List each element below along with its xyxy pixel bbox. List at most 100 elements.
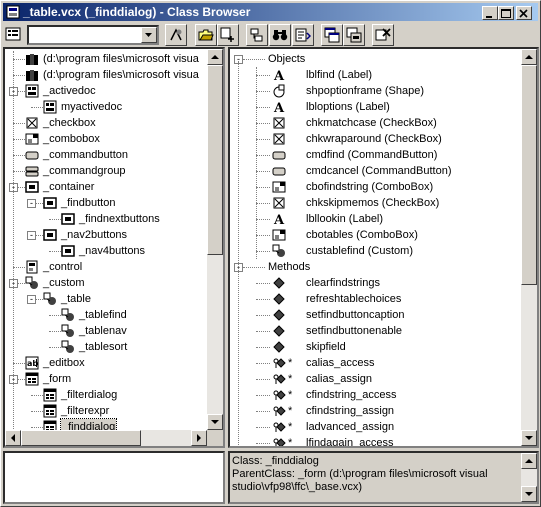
- class-tree-item[interactable]: _filterdialog: [5, 387, 209, 403]
- class-tree-item[interactable]: _findnextbuttons: [5, 211, 209, 227]
- class-tree-item[interactable]: myactivedoc: [5, 99, 209, 115]
- info-scroll-down-button[interactable]: [521, 486, 537, 502]
- member-method-item[interactable]: skipfield: [230, 339, 520, 355]
- class-tree-item[interactable]: _control: [5, 259, 209, 275]
- combo-dropdown-button[interactable]: [141, 27, 157, 43]
- method-icon: [273, 277, 285, 289]
- open-button[interactable]: [195, 24, 217, 46]
- scroll-right-button[interactable]: [191, 430, 207, 446]
- class-description-pane[interactable]: [3, 451, 225, 504]
- member-method-item[interactable]: * calias_access: [230, 355, 520, 371]
- view-additional-button[interactable]: [321, 24, 343, 46]
- class-tree-item[interactable]: _nav4buttons: [5, 243, 209, 259]
- scroll-up-button[interactable]: [207, 49, 223, 65]
- member-method-item[interactable]: * calias_assign: [230, 371, 520, 387]
- component-gallery-button[interactable]: [165, 24, 187, 46]
- horizontal-scroll-thumb[interactable]: [21, 430, 141, 446]
- class-tree-item[interactable]: - _table: [5, 291, 209, 307]
- type-list-icon[interactable]: [5, 26, 23, 44]
- class-tree-item[interactable]: _combobox: [5, 131, 209, 147]
- member-object-item[interactable]: chkskipmemos (CheckBox): [230, 195, 520, 211]
- redefine-button[interactable]: [246, 24, 268, 46]
- clean-up-button[interactable]: [343, 24, 365, 46]
- members-scroll-up-button[interactable]: [521, 49, 537, 65]
- objects-group[interactable]: - Objects: [230, 51, 520, 67]
- collapse-toggle[interactable]: -: [27, 231, 36, 240]
- class-tree-item[interactable]: - _custom: [5, 275, 209, 291]
- find-button[interactable]: [269, 24, 291, 46]
- member-method-item[interactable]: * ladvanced_assign: [230, 419, 520, 435]
- member-object-item[interactable]: Albloptions (Label): [230, 99, 520, 115]
- view-class-code-button[interactable]: [292, 24, 314, 46]
- class-tree-item[interactable]: (d:\program files\microsoft visua: [5, 51, 209, 67]
- members-scroll-thumb[interactable]: [521, 65, 537, 285]
- member-method-item[interactable]: * cfindstring_assign: [230, 403, 520, 419]
- close-button[interactable]: [516, 6, 532, 20]
- member-method-item[interactable]: setfindbuttonenable: [230, 323, 520, 339]
- methods-group[interactable]: - Methods: [230, 259, 520, 275]
- member-method-label: cfindstring_access: [306, 389, 397, 401]
- member-method-item[interactable]: clearfindstrings: [230, 275, 520, 291]
- library-icon: [26, 54, 38, 65]
- class-tree-item[interactable]: ab _editbox: [5, 355, 209, 371]
- class-info-pane[interactable]: Class: _finddialog ParentClass: _form (d…: [228, 451, 539, 504]
- class-tree-item[interactable]: - _findbutton: [5, 195, 209, 211]
- class-tree-horizontal-scrollbar[interactable]: [5, 430, 207, 446]
- member-method-item[interactable]: setfindbuttoncaption: [230, 307, 520, 323]
- member-object-item[interactable]: shpoptionframe (Shape): [230, 83, 520, 99]
- class-tree-item[interactable]: - _activedoc: [5, 83, 209, 99]
- collapse-toggle[interactable]: -: [27, 199, 36, 208]
- class-tree-vertical-scrollbar[interactable]: [207, 49, 223, 430]
- class-tree-item[interactable]: _checkbox: [5, 115, 209, 131]
- class-tree-pane[interactable]: (d:\program files\microsoft visua (d:\pro…: [3, 47, 225, 448]
- class-tree-item[interactable]: _filterexpr: [5, 403, 209, 419]
- member-object-label: cbotables (ComboBox): [306, 229, 418, 241]
- member-method-item[interactable]: * cfindstring_access: [230, 387, 520, 403]
- arrow-up-icon: [211, 55, 219, 59]
- info-scroll-up-button[interactable]: [521, 453, 537, 469]
- add-button[interactable]: [217, 24, 239, 46]
- class-tree-item[interactable]: _commandbutton: [5, 147, 209, 163]
- open-folder-icon: [198, 29, 214, 41]
- scroll-left-button[interactable]: [5, 430, 21, 446]
- members-vertical-scrollbar[interactable]: [521, 49, 537, 446]
- class-tree-item-label: _container: [43, 181, 95, 193]
- member-object-item[interactable]: cbotables (ComboBox): [230, 227, 520, 243]
- members-scroll-down-button[interactable]: [521, 430, 537, 446]
- minimize-button[interactable]: [482, 6, 498, 20]
- member-object-item[interactable]: chkmatchcase (CheckBox): [230, 115, 520, 131]
- minimize-icon: [486, 16, 492, 18]
- binoculars-icon: [272, 30, 288, 41]
- class-tree-item[interactable]: _tablefind: [5, 307, 209, 323]
- member-object-item[interactable]: Alblfind (Label): [230, 67, 520, 83]
- combobox-icon: [272, 229, 286, 241]
- class-tree-item[interactable]: _tablesort: [5, 339, 209, 355]
- class-tree-item-label: _checkbox: [43, 117, 96, 129]
- class-tree-item[interactable]: (d:\program files\microsoft visua: [5, 67, 209, 83]
- maximize-button[interactable]: [498, 6, 514, 20]
- access-method-icon: [273, 406, 286, 416]
- remove-button[interactable]: [372, 24, 394, 46]
- class-tree-item[interactable]: - _form: [5, 371, 209, 387]
- class-tree-item[interactable]: _tablenav: [5, 323, 209, 339]
- class-tree-item[interactable]: - _container: [5, 179, 209, 195]
- member-object-item[interactable]: cmdcancel (CommandButton): [230, 163, 520, 179]
- member-object-item[interactable]: cbofindstring (ComboBox): [230, 179, 520, 195]
- class-tree-item[interactable]: _commandgroup: [5, 163, 209, 179]
- type-filter-combo[interactable]: [27, 25, 159, 45]
- member-object-item[interactable]: Albllookin (Label): [230, 211, 520, 227]
- member-object-item[interactable]: cmdfind (CommandButton): [230, 147, 520, 163]
- title-bar[interactable]: _table.vcx (_finddialog) - Class Browser: [3, 3, 538, 21]
- member-method-item[interactable]: * lfindagain_access: [230, 435, 520, 446]
- class-tree-item-label: _table: [61, 293, 91, 305]
- member-method-item[interactable]: refreshtablechoices: [230, 291, 520, 307]
- collapse-toggle[interactable]: -: [27, 295, 36, 304]
- class-info-scrollbar[interactable]: [521, 453, 537, 502]
- scroll-down-button[interactable]: [207, 414, 223, 430]
- members-pane[interactable]: - Objects Alblfind (Label) shpoptionframe (…: [228, 47, 539, 448]
- class-tree-item[interactable]: - _nav2buttons: [5, 227, 209, 243]
- commandbutton-icon: [272, 151, 286, 160]
- member-object-item[interactable]: chkwraparound (CheckBox): [230, 131, 520, 147]
- scroll-thumb[interactable]: [207, 65, 223, 255]
- member-object-item[interactable]: custablefind (Custom): [230, 243, 520, 259]
